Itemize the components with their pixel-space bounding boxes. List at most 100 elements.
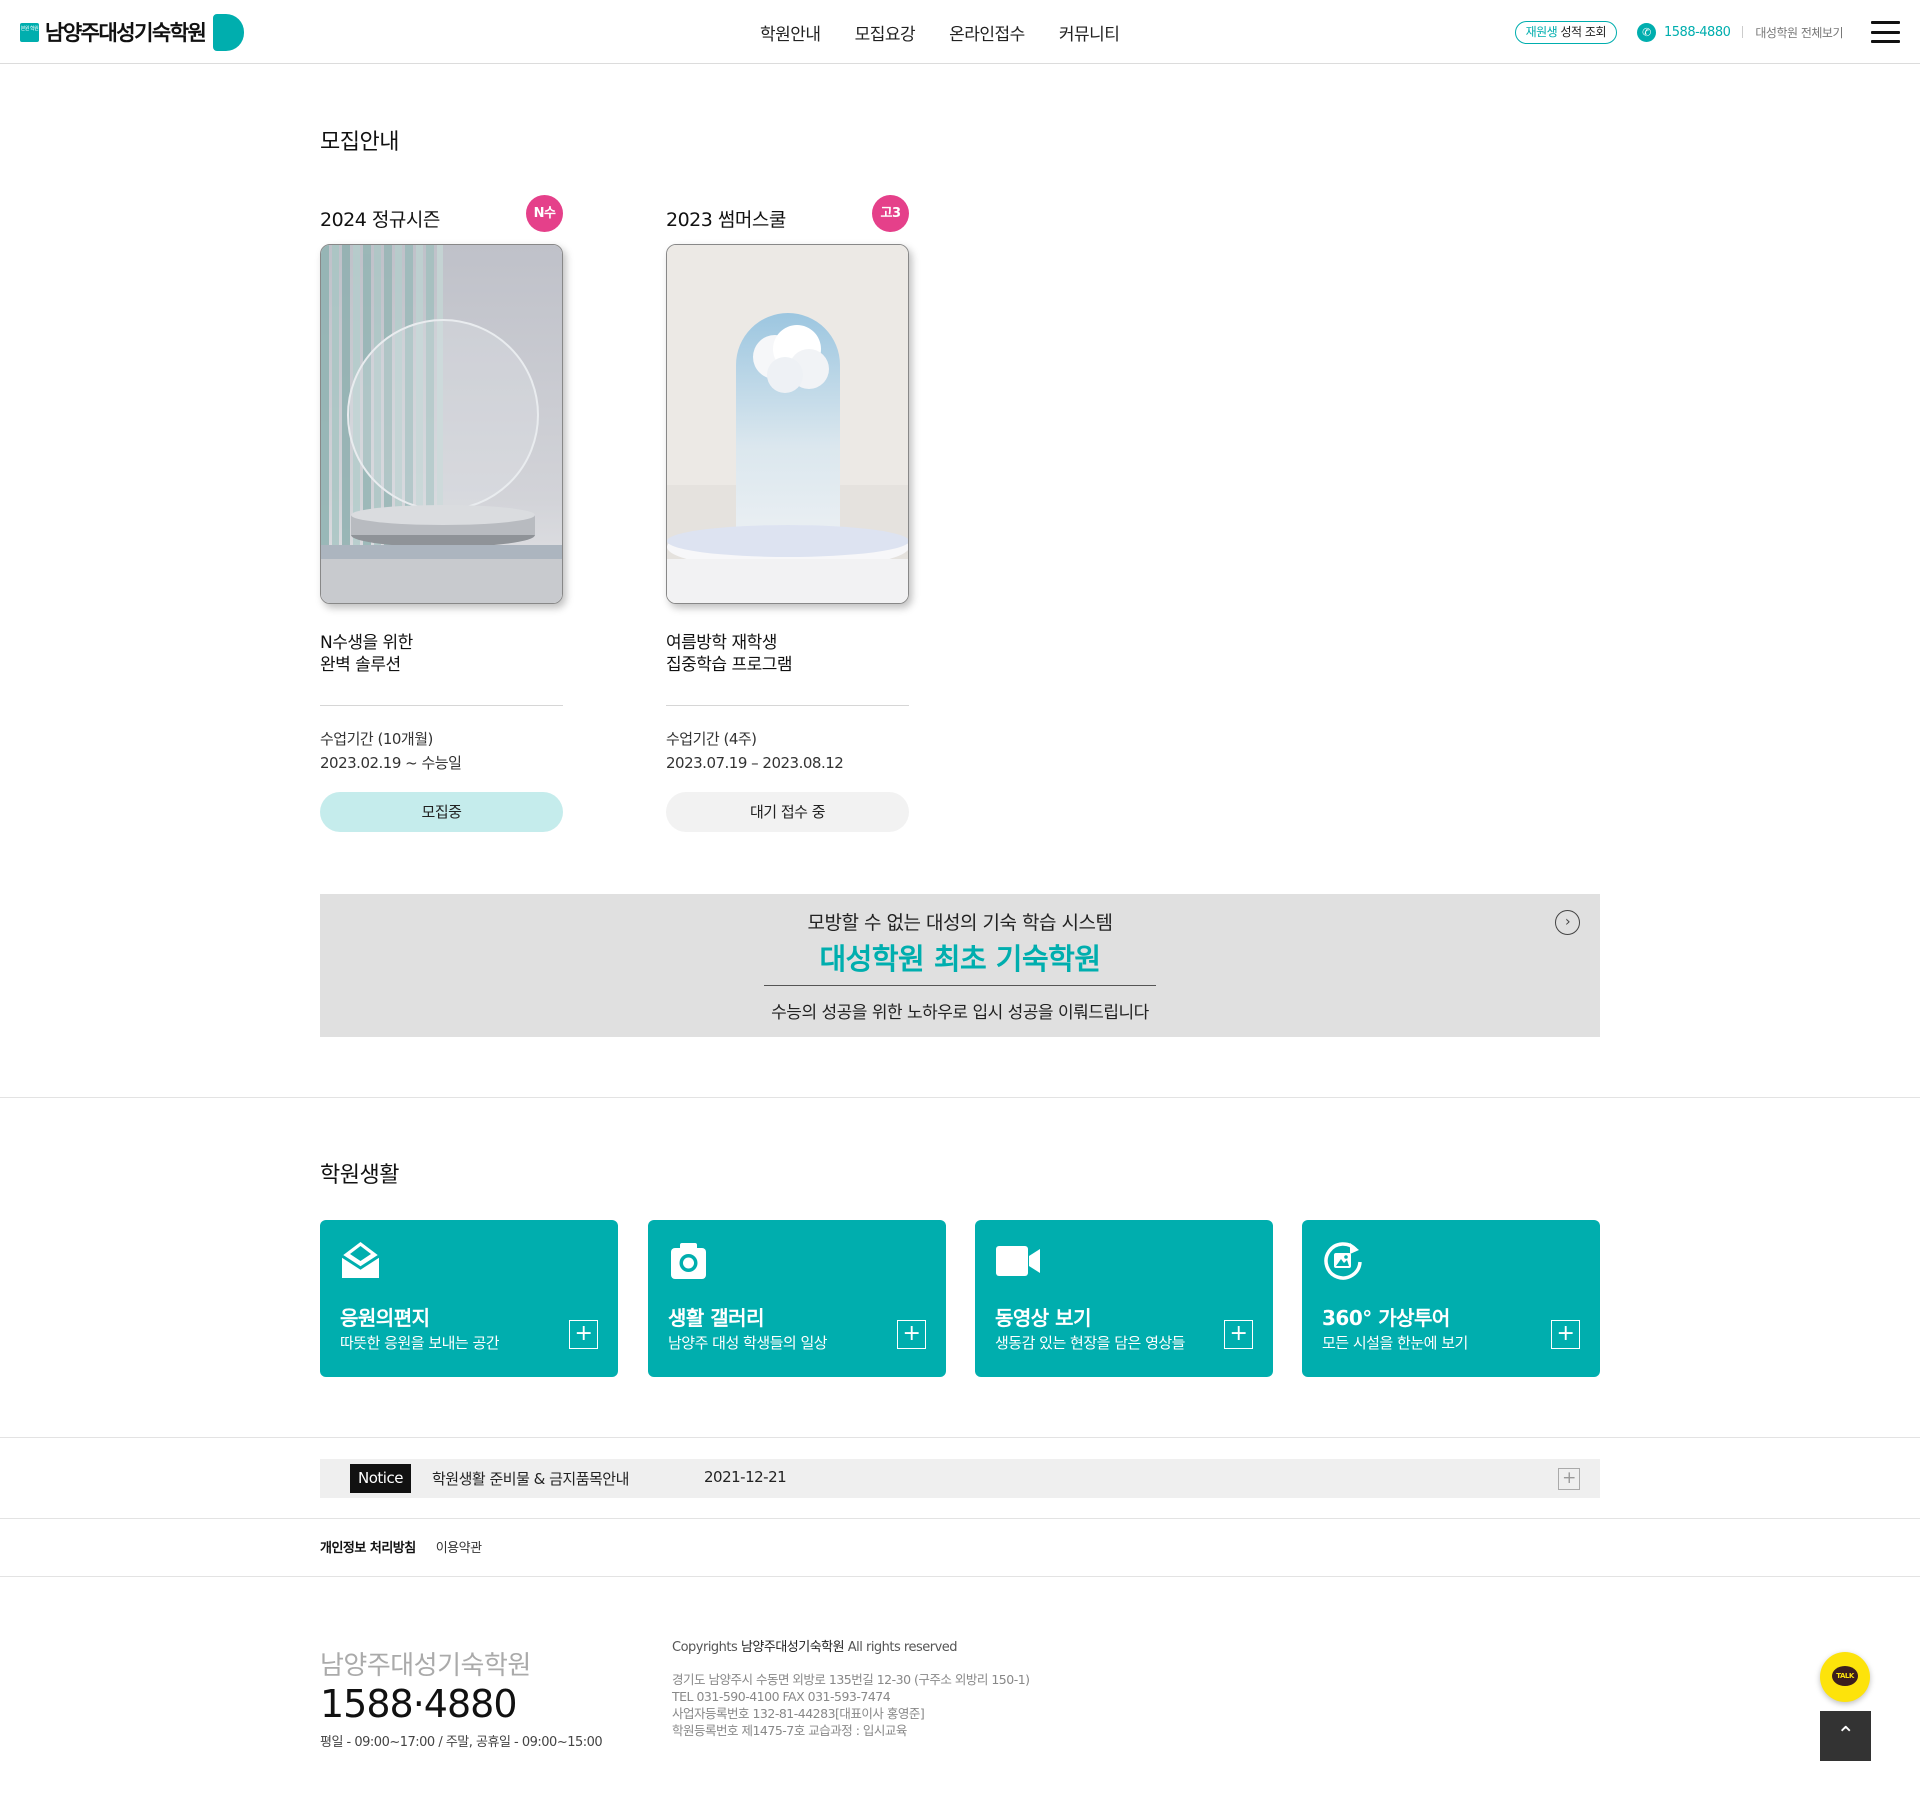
- hamburger-menu-icon[interactable]: [1871, 21, 1900, 43]
- card-header: 2023 썸머스쿨 고3: [666, 195, 909, 235]
- site-logo[interactable]: 본원 학원 남양주대성기숙학원: [20, 12, 245, 52]
- chevron-right-circle-icon[interactable]: ›: [1555, 910, 1580, 935]
- banner-subtitle: 모방할 수 없는 대성의 기숙 학습 시스템: [807, 912, 1113, 934]
- phone-icon: ✆: [1637, 22, 1656, 42]
- card-period: 수업기간 (4주) 2023.07.19 – 2023.08.12: [666, 727, 844, 775]
- tile-title: 360° 가상투어: [1322, 1306, 1450, 1330]
- footer-address: 경기도 남양주시 수동면 외방로 135번길 12-30 (구주소 외방리 15…: [672, 1671, 1030, 1739]
- card-description: N수생을 위한 완벽 솔루션: [320, 632, 413, 676]
- period-label: 수업기간 (10개월): [320, 730, 433, 748]
- notice-title[interactable]: 학원생활 준비물 & 금지품목안내: [432, 1468, 629, 1489]
- footer-hours: 평일 - 09:00~17:00 / 주말, 공휴일 - 09:00~15:00: [320, 1735, 603, 1750]
- life-section-title: 학원생활: [320, 1163, 399, 1188]
- card-image[interactable]: [320, 244, 563, 604]
- plus-icon[interactable]: +: [569, 1320, 598, 1349]
- nav-item-online-apply[interactable]: 온라인접수: [949, 20, 1025, 45]
- plus-icon[interactable]: +: [897, 1320, 926, 1349]
- card-image[interactable]: [666, 244, 909, 604]
- tile-title: 응원의편지: [340, 1306, 430, 1330]
- logo-mark: 본원 학원: [20, 22, 39, 42]
- nav-item-about[interactable]: 학원안내: [760, 20, 821, 45]
- 360-tour-icon: [1322, 1240, 1363, 1281]
- scroll-to-top-button[interactable]: ⌃: [1820, 1711, 1871, 1761]
- envelope-icon: [340, 1240, 381, 1281]
- video-camera-icon: [995, 1240, 1040, 1281]
- life-tile-virtual-tour[interactable]: 360° 가상투어 모든 시설을 한눈에 보기 +: [1302, 1220, 1600, 1377]
- banner-divider: [764, 985, 1156, 986]
- banner-headline: 대성학원 최초 기숙학원: [819, 942, 1102, 976]
- life-tile-letters[interactable]: 응원의편지 따뜻한 응원을 보내는 공간 +: [320, 1220, 618, 1377]
- period-dates: 2023.07.19 – 2023.08.12: [666, 754, 844, 772]
- section-divider: [0, 1576, 1920, 1577]
- plus-icon[interactable]: +: [1558, 1468, 1580, 1490]
- copyright-pre: Copyrights: [672, 1640, 738, 1655]
- all-view-link[interactable]: 대성학원 전체보기: [1755, 24, 1843, 41]
- address-line: TEL 031-590-4100 FAX 031-593-7474: [672, 1689, 891, 1704]
- banner-caption: 수능의 성공을 위한 노하우로 입시 성공을 이뤄드립니다: [771, 1003, 1149, 1023]
- divider: [1742, 26, 1744, 38]
- notice-date: 2021-12-21: [704, 1468, 787, 1486]
- site-header: 본원 학원 남양주대성기숙학원 학원안내 모집요강 온라인접수 커뮤니티 재원생…: [0, 0, 1920, 64]
- card-desc-line: 여름방학 재학생: [666, 633, 777, 653]
- logo-text: 남양주대성기숙학원: [45, 21, 207, 45]
- plus-icon[interactable]: +: [1551, 1320, 1580, 1349]
- tile-title: 생활 갤러리: [668, 1306, 764, 1330]
- card-header: 2024 정규시즌 N수: [320, 195, 563, 235]
- card-divider: [320, 705, 563, 706]
- tile-desc: 모든 시설을 한눈에 보기: [1322, 1334, 1468, 1352]
- period-label: 수업기간 (4주): [666, 730, 757, 748]
- recruit-status-button[interactable]: 대기 접수 중: [666, 792, 909, 832]
- card-badge: N수: [526, 195, 563, 232]
- recruit-status-button[interactable]: 모집중: [320, 792, 563, 832]
- promo-banner[interactable]: 모방할 수 없는 대성의 기숙 학습 시스템 대성학원 최초 기숙학원 수능의 …: [320, 894, 1600, 1037]
- notice-tag: Notice: [350, 1464, 411, 1493]
- life-tile-gallery[interactable]: 생활 갤러리 남양주 대성 학생들의 일상 +: [648, 1220, 946, 1377]
- copyright-post: All rights reserved: [847, 1640, 958, 1655]
- address-line: 경기도 남양주시 수동면 외방로 135번길 12-30 (구주소 외방리 15…: [672, 1672, 1030, 1687]
- period-dates: 2023.02.19 ~ 수능일: [320, 754, 462, 772]
- score-lookup-button[interactable]: 재원생 성적 조회: [1514, 20, 1617, 44]
- kakao-talk-button[interactable]: TALK: [1820, 1652, 1870, 1702]
- address-line: 학원등록번호 제1475-7호 교습과정 : 입시교육: [672, 1723, 907, 1738]
- recruit-card[interactable]: 2024 정규시즌 N수 N수생을 위한 완벽 솔루션 수업기간 (10개월) …: [320, 195, 563, 832]
- life-tile-videos[interactable]: 동영상 보기 생동감 있는 현장을 담은 영상들 +: [975, 1220, 1273, 1377]
- footer-name: 남양주대성기숙학원: [320, 1651, 531, 1681]
- header-phone[interactable]: 1588-4880: [1664, 25, 1731, 40]
- card-title: 2023 썸머스쿨: [666, 209, 786, 231]
- card-desc-line: 완벽 솔루션: [320, 655, 401, 675]
- recruit-card[interactable]: 2023 썸머스쿨 고3 여름방학 재학생 집중학습 프로그램 수업기간 (4주…: [666, 195, 909, 832]
- card-badge: 고3: [872, 195, 909, 232]
- recruit-section-title: 모집안내: [320, 130, 399, 155]
- copyright-name: 남양주대성기숙학원: [740, 1640, 845, 1655]
- main-nav: 학원안내 모집요강 온라인접수 커뮤니티: [760, 20, 1120, 45]
- terms-link[interactable]: 이용약관: [436, 1537, 482, 1556]
- card-desc-line: N수생을 위한: [320, 633, 413, 653]
- score-lookup-accent: 재원생: [1525, 24, 1558, 39]
- section-divider: [0, 1097, 1920, 1098]
- header-utility: 재원생 성적 조회 ✆ 1588-4880 대성학원 전체보기: [1514, 20, 1920, 44]
- notice-bar[interactable]: Notice 학원생활 준비물 & 금지품목안내 2021-12-21 +: [320, 1459, 1600, 1498]
- logo-drop-shape: [213, 13, 245, 51]
- card-desc-line: 집중학습 프로그램: [666, 655, 793, 675]
- card-period: 수업기간 (10개월) 2023.02.19 ~ 수능일: [320, 727, 462, 775]
- card-title: 2024 정규시즌: [320, 209, 440, 231]
- nav-item-community[interactable]: 커뮤니티: [1059, 20, 1120, 45]
- tile-title: 동영상 보기: [995, 1306, 1091, 1330]
- plus-icon[interactable]: +: [1224, 1320, 1253, 1349]
- tile-desc: 생동감 있는 현장을 담은 영상들: [995, 1334, 1185, 1352]
- nav-item-admission[interactable]: 모집요강: [855, 20, 916, 45]
- kakao-talk-icon: TALK: [1832, 1666, 1858, 1686]
- tile-desc: 따뜻한 응원을 보내는 공간: [340, 1334, 500, 1352]
- privacy-policy-link[interactable]: 개인정보 처리방침: [320, 1537, 416, 1556]
- section-divider: [0, 1518, 1920, 1519]
- camera-icon: [668, 1240, 709, 1281]
- tile-desc: 남양주 대성 학생들의 일상: [668, 1334, 828, 1352]
- footer-phone: 1588·4880: [320, 1682, 517, 1726]
- footer-copyright: Copyrights 남양주대성기숙학원 All rights reserved: [672, 1636, 958, 1655]
- card-divider: [666, 705, 909, 706]
- policy-links: 개인정보 처리방침 이용약관: [320, 1537, 482, 1556]
- score-lookup-label: 성적 조회: [1560, 24, 1607, 39]
- address-line: 사업자등록번호 132-81-44283[대표이사 홍영준]: [672, 1706, 925, 1721]
- section-divider: [0, 1437, 1920, 1438]
- card-description: 여름방학 재학생 집중학습 프로그램: [666, 632, 793, 676]
